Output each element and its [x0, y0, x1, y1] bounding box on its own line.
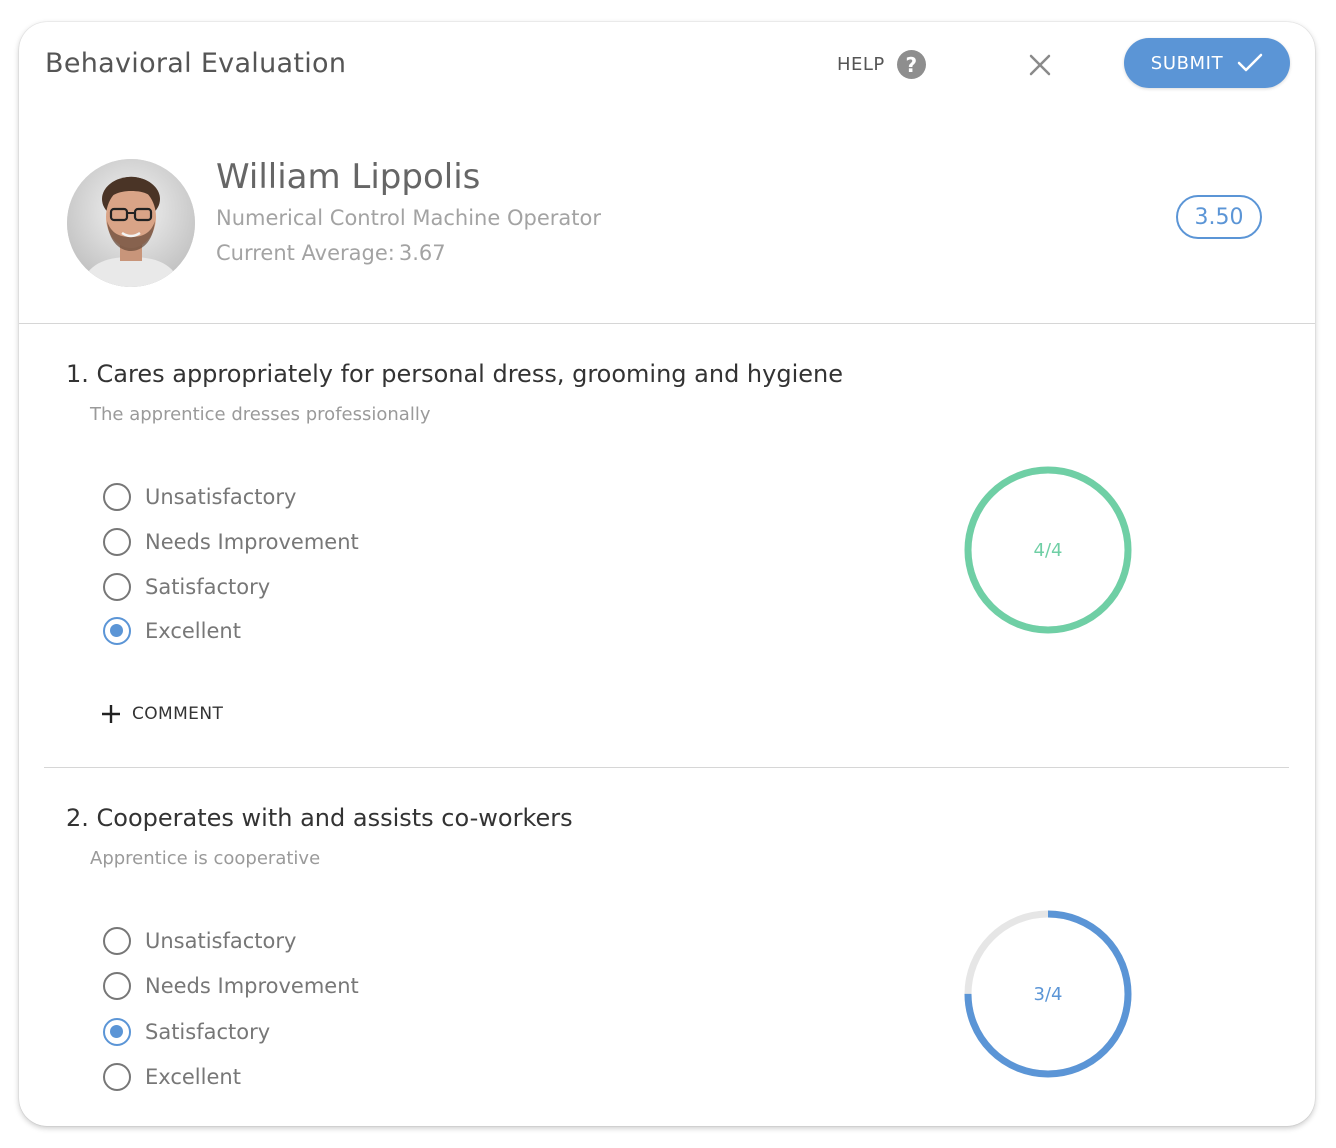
option-excellent[interactable]: Excellent: [103, 1063, 241, 1091]
option-label: Satisfactory: [145, 575, 271, 599]
employee-job-title: Numerical Control Machine Operator: [216, 206, 601, 230]
current-average-label: Current Average:: [216, 241, 395, 265]
help-icon: ?: [896, 50, 926, 79]
score-ring: 4/4: [963, 465, 1133, 635]
radio-button[interactable]: [103, 483, 131, 511]
divider: [44, 767, 1289, 768]
close-icon[interactable]: [1025, 50, 1055, 80]
radio-button[interactable]: [103, 972, 131, 1000]
comment-label: COMMENT: [132, 704, 224, 724]
overall-score-badge: 3.50: [1176, 195, 1262, 239]
current-average: Current Average: 3.67: [216, 241, 446, 265]
radio-button[interactable]: [103, 927, 131, 955]
submit-label: SUBMIT: [1150, 52, 1224, 74]
radio-button[interactable]: [103, 1063, 131, 1091]
score-ring-label: 4/4: [1033, 539, 1063, 561]
option-needs-improvement[interactable]: Needs Improvement: [103, 972, 359, 1000]
checkmark-icon: [1237, 53, 1263, 72]
score-ring-label: 3/4: [1033, 983, 1063, 1005]
option-unsatisfactory[interactable]: Unsatisfactory: [103, 483, 296, 511]
question-title: 2. Cooperates with and assists co-worker…: [66, 804, 573, 832]
radio-button[interactable]: [103, 573, 131, 601]
option-label: Satisfactory: [145, 1020, 271, 1044]
employee-name: William Lippolis: [216, 157, 481, 197]
question-title: 1. Cares appropriately for personal dres…: [66, 360, 843, 388]
help-button[interactable]: HELP ?: [837, 50, 926, 79]
plus-icon: [102, 705, 120, 723]
score-ring: 3/4: [963, 909, 1133, 1079]
option-satisfactory[interactable]: Satisfactory: [103, 1018, 270, 1046]
radio-button-selected[interactable]: [103, 1018, 131, 1046]
add-comment-button[interactable]: COMMENT: [100, 703, 223, 725]
current-average-value: 3.67: [398, 241, 446, 265]
option-label: Needs Improvement: [145, 530, 359, 554]
option-unsatisfactory[interactable]: Unsatisfactory: [103, 927, 296, 955]
question-subtitle: The apprentice dresses professionally: [90, 404, 431, 425]
help-label: HELP: [837, 54, 885, 75]
evaluation-card: Behavioral Evaluation HELP ? SUBMIT Will…: [19, 22, 1315, 1126]
radio-button[interactable]: [103, 528, 131, 556]
option-label: Excellent: [145, 619, 241, 643]
option-label: Unsatisfactory: [145, 929, 297, 953]
option-label: Unsatisfactory: [145, 485, 297, 509]
option-satisfactory[interactable]: Satisfactory: [103, 573, 270, 601]
page-title: Behavioral Evaluation: [45, 48, 347, 79]
submit-button[interactable]: SUBMIT: [1124, 38, 1290, 88]
divider: [19, 323, 1315, 324]
option-needs-improvement[interactable]: Needs Improvement: [103, 528, 359, 556]
avatar: [67, 159, 195, 287]
option-label: Excellent: [145, 1065, 241, 1089]
radio-button-selected[interactable]: [103, 617, 131, 645]
option-label: Needs Improvement: [145, 974, 359, 998]
option-excellent[interactable]: Excellent: [103, 617, 241, 645]
question-subtitle: Apprentice is cooperative: [90, 848, 321, 869]
avatar-photo: [67, 159, 195, 287]
